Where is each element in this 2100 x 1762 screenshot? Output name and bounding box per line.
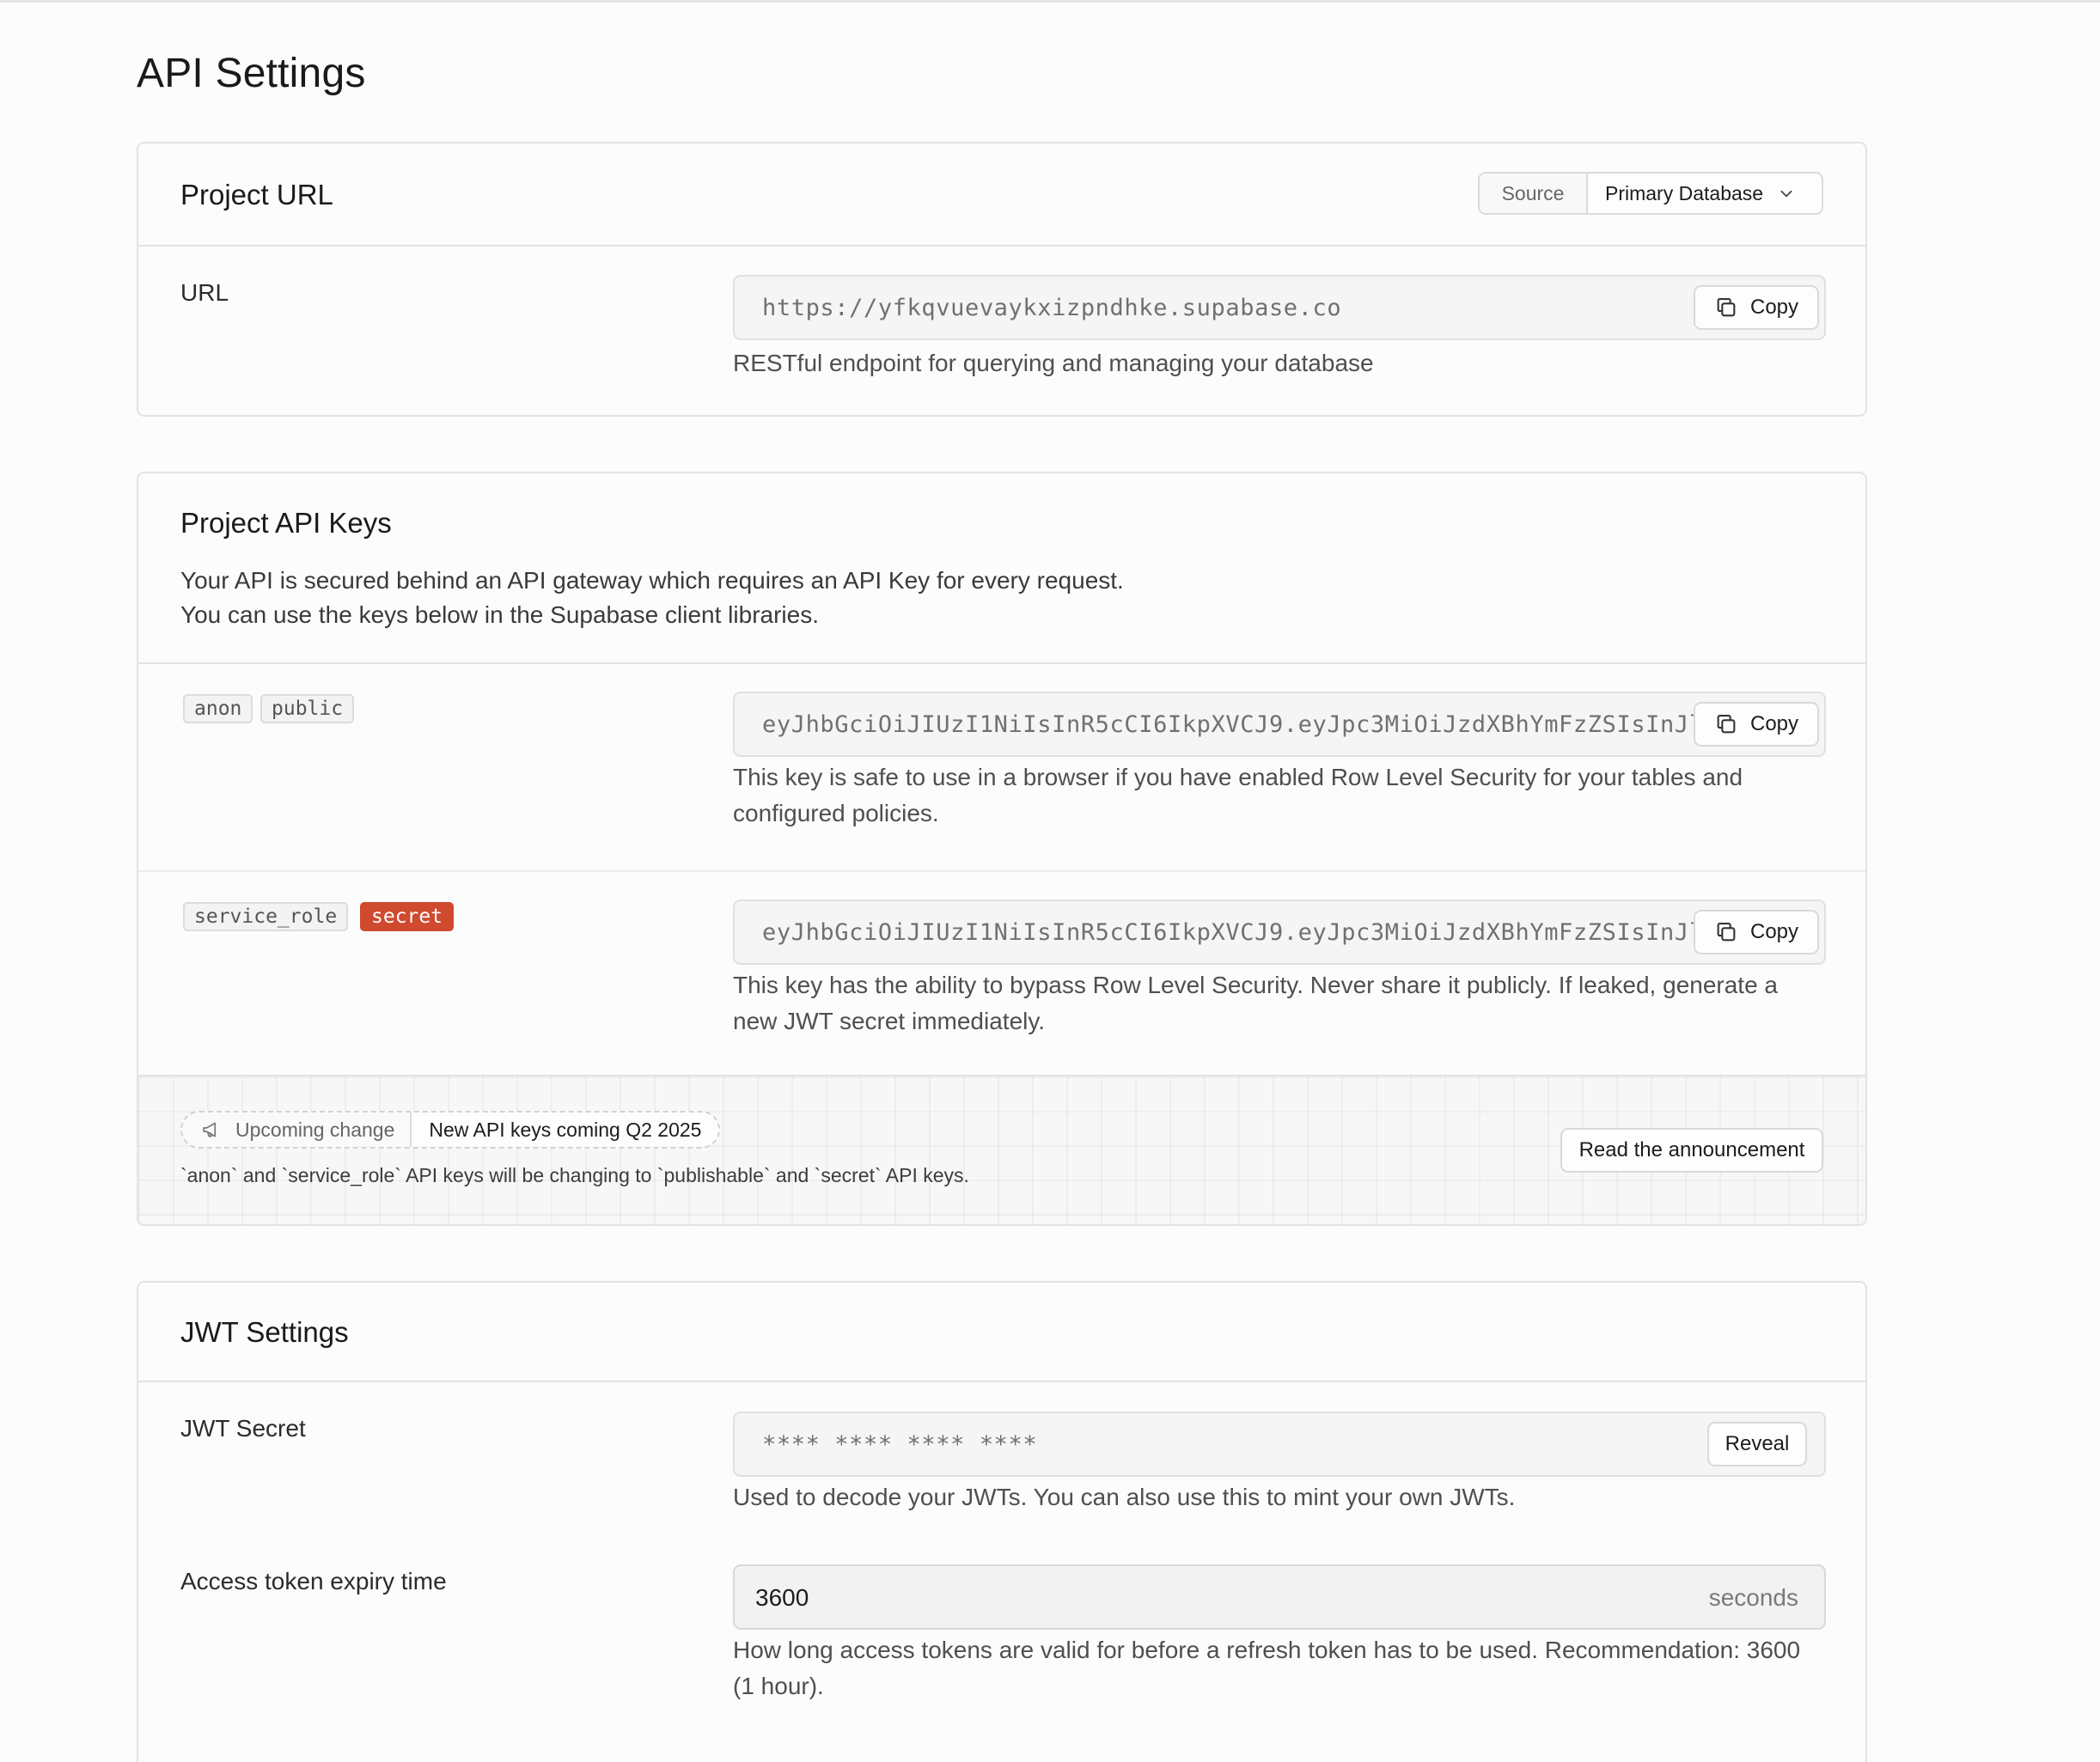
url-value: https://yfkqvuevaykxizpndhke.supabase.co — [762, 295, 1342, 321]
copy-anon-key-button[interactable]: Copy — [1694, 702, 1819, 747]
page-title: API Settings — [137, 51, 366, 96]
source-label: Source — [1480, 174, 1588, 213]
source-dropdown[interactable]: Primary Database — [1588, 174, 1822, 213]
copy-url-button[interactable]: Copy — [1694, 285, 1819, 330]
expiry-unit: seconds — [1708, 1584, 1798, 1611]
expiry-value: 3600 — [755, 1584, 809, 1611]
api-keys-card: Project API Keys Your API is secured beh… — [137, 472, 1867, 1226]
expiry-label: Access token expiry time — [180, 1568, 447, 1594]
upcoming-change-value: New API keys coming Q2 2025 — [412, 1113, 719, 1147]
copy-label: Copy — [1749, 712, 1799, 735]
api-keys-desc-1: Your API is secured behind an API gatewa… — [180, 567, 1124, 594]
upcoming-change-description: `anon` and `service_role` API keys will … — [180, 1164, 969, 1186]
copy-icon — [1717, 923, 1736, 942]
url-field[interactable]: https://yfkqvuevaykxizpndhke.supabase.co… — [733, 275, 1826, 340]
anon-key-row: anon public eyJhbGciOiJIUzI1NiIsInR5cCI6… — [138, 664, 1865, 872]
copy-service-role-key-button[interactable]: Copy — [1694, 910, 1819, 954]
upcoming-change-badge: Upcoming change New API keys coming Q2 2… — [180, 1111, 721, 1149]
jwt-secret-masked: **** **** **** **** — [762, 1431, 1038, 1458]
jwt-secret-row: JWT Secret **** **** **** **** Reveal Us… — [138, 1382, 1865, 1535]
service-role-key-help: This key has the ability to bypass Row L… — [733, 972, 1779, 1034]
jwt-secret-field[interactable]: **** **** **** **** Reveal — [733, 1411, 1826, 1477]
url-help: RESTful endpoint for querying and managi… — [733, 350, 1374, 376]
project-url-title: Project URL — [180, 179, 333, 210]
api-keys-desc-2: You can use the keys below in the Supaba… — [180, 601, 819, 628]
secret-tag: secret — [360, 902, 455, 931]
upcoming-change-text: Upcoming change — [235, 1118, 395, 1141]
anon-key-value: eyJhbGciOiJIUzI1NiIsInR5cCI6IkpXVCJ9.eyJ… — [762, 711, 1762, 738]
upcoming-change-label: Upcoming change — [182, 1113, 412, 1147]
project-url-header: Project URL Source Primary Database — [138, 143, 1865, 247]
public-tag: public — [260, 694, 355, 723]
source-selector[interactable]: Source Primary Database — [1478, 172, 1823, 215]
service-role-tag: service_role — [183, 902, 349, 931]
expiry-input[interactable]: 3600 seconds — [733, 1564, 1826, 1630]
expiry-help: How long access tokens are valid for bef… — [733, 1637, 1801, 1699]
api-keys-title: Project API Keys — [180, 507, 392, 539]
megaphone-icon — [203, 1122, 217, 1137]
project-url-card: Project URL Source Primary Database URL … — [137, 142, 1867, 417]
expiry-row: Access token expiry time 3600 seconds Ho… — [138, 1535, 1865, 1762]
api-keys-header: Project API Keys Your API is secured beh… — [138, 473, 1865, 664]
anon-key-field[interactable]: eyJhbGciOiJIUzI1NiIsInR5cCI6IkpXVCJ9.eyJ… — [733, 692, 1826, 757]
top-border — [0, 0, 2100, 3]
jwt-settings-title: JWT Settings — [180, 1316, 349, 1348]
copy-icon — [1717, 715, 1736, 734]
chevron-down-icon — [1780, 190, 1792, 198]
service-role-key-field[interactable]: eyJhbGciOiJIUzI1NiIsInR5cCI6IkpXVCJ9.eyJ… — [733, 899, 1826, 965]
anon-key-help: This key is safe to use in a browser if … — [733, 764, 1743, 826]
anon-tag: anon — [183, 694, 253, 723]
reveal-button[interactable]: Reveal — [1707, 1422, 1807, 1466]
jwt-secret-help: Used to decode your JWTs. You can also u… — [733, 1484, 1516, 1510]
service-role-key-row: service_role secret eyJhbGciOiJIUzI1NiIs… — [138, 872, 1865, 1075]
copy-label: Copy — [1749, 920, 1799, 943]
url-row: URL https://yfkqvuevaykxizpndhke.supabas… — [138, 247, 1865, 415]
copy-label: Copy — [1749, 296, 1799, 319]
source-value: Primary Database — [1605, 181, 1764, 204]
jwt-secret-label: JWT Secret — [180, 1415, 306, 1442]
copy-icon — [1717, 298, 1736, 317]
jwt-settings-card: JWT Settings JWT Secret **** **** **** *… — [137, 1281, 1867, 1762]
upcoming-change-notice: Upcoming change New API keys coming Q2 2… — [138, 1075, 1865, 1224]
url-label: URL — [180, 279, 229, 306]
service-role-key-value: eyJhbGciOiJIUzI1NiIsInR5cCI6IkpXVCJ9.eyJ… — [762, 919, 1762, 946]
jwt-settings-header: JWT Settings — [138, 1283, 1865, 1382]
read-announcement-button[interactable]: Read the announcement — [1560, 1128, 1823, 1173]
